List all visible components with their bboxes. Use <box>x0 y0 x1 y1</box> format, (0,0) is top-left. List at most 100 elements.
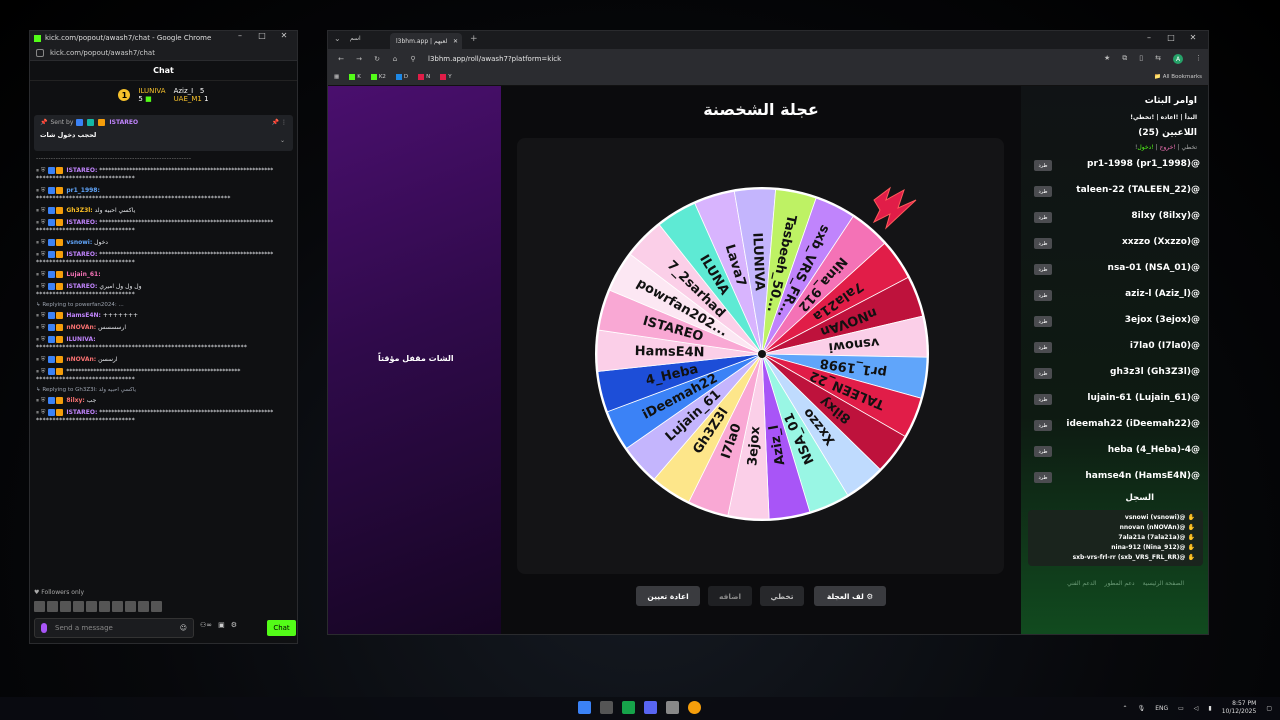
sidebar-icon[interactable]: ▯ <box>1139 54 1143 64</box>
kick-player-button[interactable]: طرد <box>1034 264 1052 275</box>
avatar[interactable] <box>47 601 58 612</box>
chat-username[interactable]: pr1_1998: <box>66 187 100 194</box>
reset-button[interactable]: اعادة تعيين <box>636 586 700 606</box>
reload-icon[interactable]: ↻ <box>372 55 382 63</box>
close-icon[interactable]: ✕ <box>273 31 295 40</box>
send-message-input[interactable]: Send a message ☺ <box>34 618 194 638</box>
all-bookmarks[interactable]: 📁 All Bookmarks <box>1154 74 1202 80</box>
mod-icons[interactable]: ⏸ ⛨ <box>36 251 45 258</box>
reply-context[interactable]: ↳ Replying to Gh3Z3l: ياكسي احبيه ولد <box>36 387 293 393</box>
avatar[interactable] <box>73 601 84 612</box>
footer-link[interactable]: الدعم الفني <box>1067 580 1096 587</box>
mod-icons[interactable]: ⏸ ⛨ <box>36 219 45 226</box>
chat-username[interactable]: Lujain_61: <box>66 271 100 278</box>
bookmark-item[interactable]: N <box>418 74 430 80</box>
excel-icon[interactable] <box>622 701 635 714</box>
forward-icon[interactable]: → <box>354 55 364 63</box>
apps-icon[interactable]: ▦ <box>334 74 339 80</box>
kick-player-button[interactable]: طرد <box>1034 160 1052 171</box>
menu-icon[interactable]: ⋮ <box>1195 54 1202 64</box>
bookmark-item[interactable]: K <box>349 74 361 80</box>
bookmark-item[interactable]: K2 <box>370 74 386 80</box>
chevron-up-icon[interactable]: ⌃ <box>1123 705 1128 712</box>
chrome-icon[interactable] <box>688 701 701 714</box>
bookmark-item[interactable]: Y <box>440 74 452 80</box>
avatar[interactable] <box>125 601 136 612</box>
mod-icons[interactable]: ⏸ ⛨ <box>36 397 45 404</box>
battery-icon[interactable]: ▮ <box>1208 705 1211 712</box>
kick-player-button[interactable]: طرد <box>1034 290 1052 301</box>
tab-close-icon[interactable]: ✕ <box>453 38 458 45</box>
chat-username[interactable]: 8ilxy: <box>66 397 84 404</box>
pinned-message[interactable]: 📌 Sent by ISTAREO لحجب دخول شات 📌 ⋮ ⌄ <box>34 115 293 151</box>
chat-username[interactable]: ISTAREO: <box>66 251 97 258</box>
unpin-icon[interactable]: 📌 ⋮ <box>272 119 287 126</box>
mod-icons[interactable]: ⏸ ⛨ <box>36 409 45 416</box>
chat-send-button[interactable]: Chat <box>267 620 296 636</box>
mod-icons[interactable]: ⏸ ⛨ <box>36 187 45 194</box>
back-icon[interactable]: ← <box>336 55 346 63</box>
avatar[interactable] <box>60 601 71 612</box>
footer-link[interactable]: دعم المطور <box>1105 580 1135 587</box>
cast-icon[interactable]: ⇆ <box>1155 54 1161 64</box>
minimize-icon[interactable]: – <box>1138 33 1160 42</box>
spin-wheel[interactable]: Lava7 ILUNIVATasbeeh_50...sxb_VRS_FR...Ni… <box>592 138 932 574</box>
emoji-icon[interactable]: ☺ <box>180 624 187 632</box>
bookmark-item[interactable]: D <box>395 74 408 80</box>
chat-username[interactable]: ISTAREO: <box>66 409 97 416</box>
close-icon[interactable]: ✕ <box>1182 33 1204 42</box>
kick-player-button[interactable]: طرد <box>1034 186 1052 197</box>
avatar[interactable] <box>151 601 162 612</box>
extensions-icon[interactable]: ⧉ <box>1122 54 1127 64</box>
volume-icon[interactable]: ◁ <box>1194 705 1199 712</box>
tab-left-label[interactable]: اسم <box>350 35 361 42</box>
add-button[interactable]: اضافه <box>708 586 752 606</box>
chat-username[interactable]: nNOVAn: <box>66 324 96 331</box>
kick-player-button[interactable]: طرد <box>1034 316 1052 327</box>
mod-icons[interactable]: ⏸ ⛨ <box>36 239 45 246</box>
chat-url-bar[interactable]: kick.com/popout/awash7/chat <box>30 45 297 61</box>
chat-username[interactable]: ISTAREO: <box>66 219 97 226</box>
avatar[interactable] <box>99 601 110 612</box>
mod-icons[interactable]: ⏸ ⛨ <box>36 271 45 278</box>
home-icon[interactable]: ⌂ <box>390 55 400 63</box>
language-indicator[interactable]: ENG <box>1155 705 1168 712</box>
chevron-down-icon[interactable]: ⌄ <box>280 137 285 144</box>
avatar[interactable] <box>86 601 97 612</box>
mod-icons[interactable]: ⏸ ⛨ <box>36 336 45 343</box>
kick-player-button[interactable]: طرد <box>1034 446 1052 457</box>
gift-icon[interactable]: ▣ <box>218 621 225 629</box>
notification-icon[interactable]: ▢ <box>1266 705 1272 712</box>
mod-icons[interactable]: ⏸ ⛨ <box>36 312 45 319</box>
clock[interactable]: 8:57 PM 10/12/2025 <box>1222 700 1257 716</box>
avatar[interactable] <box>34 601 45 612</box>
points-icon[interactable]: ⚇∞ <box>200 621 212 629</box>
discord-icon[interactable] <box>644 701 657 714</box>
spin-wheel-button[interactable]: لف العجلة ⚙ <box>814 586 886 606</box>
address-bar[interactable]: l3bhm.app/roll/awash7?platform=kick <box>428 52 1078 66</box>
maximize-icon[interactable]: □ <box>251 31 273 40</box>
footer-link[interactable]: الصفحة الرئيسية <box>1143 580 1184 587</box>
skip-button[interactable]: تخطي <box>760 586 804 606</box>
settings-icon[interactable] <box>666 701 679 714</box>
chat-username[interactable]: nNOVAn: <box>66 356 96 363</box>
task-view-icon[interactable] <box>600 701 613 714</box>
new-tab-icon[interactable]: + <box>470 34 478 44</box>
mod-icons[interactable]: ⏸ ⛨ <box>36 207 45 214</box>
start-icon[interactable] <box>578 701 591 714</box>
chat-username[interactable]: ISTAREO: <box>66 283 97 290</box>
mod-icons[interactable]: ⏸ ⛨ <box>36 283 45 290</box>
wifi-icon[interactable]: ▭ <box>1178 705 1184 712</box>
kick-player-button[interactable]: طرد <box>1034 394 1052 405</box>
kick-player-button[interactable]: طرد <box>1034 238 1052 249</box>
chat-username[interactable]: vsnowi: <box>66 239 92 246</box>
mod-icons[interactable]: ⏸ ⛨ <box>36 167 45 174</box>
kick-player-button[interactable]: طرد <box>1034 472 1052 483</box>
tab-active[interactable]: l3bhm.app | لعبهم ✕ <box>390 33 462 49</box>
chat-username[interactable]: ISTAREO: <box>66 167 97 174</box>
maximize-icon[interactable]: □ <box>1160 33 1182 42</box>
site-info-icon[interactable] <box>36 48 44 57</box>
tab-search-icon[interactable]: ⌄ <box>334 34 341 43</box>
minimize-icon[interactable]: – <box>229 31 251 40</box>
mod-icons[interactable]: ⏸ ⛨ <box>36 356 45 363</box>
